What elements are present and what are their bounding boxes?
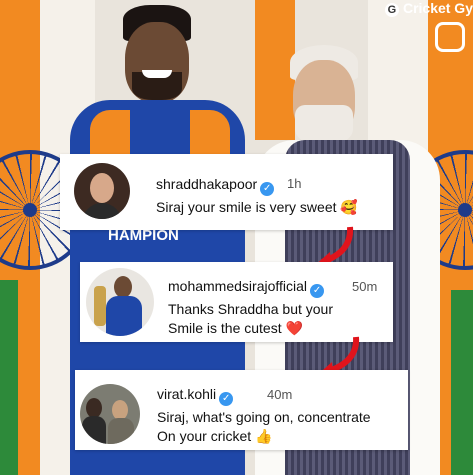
avatar-cricketer-trophy[interactable] (86, 268, 154, 336)
flag-stripe-right-green (451, 290, 473, 475)
comment-text-line2: On your cricket 👍 (157, 428, 273, 444)
watermark-text: Cricket Gy (402, 0, 473, 16)
username-link[interactable]: virat.kohli (157, 386, 216, 402)
comment-card-3: virat.kohli ✓ 40m Siraj, what's going on,… (75, 370, 408, 450)
comment-text-line2: Smile is the cutest ❤️ (168, 320, 303, 336)
username-link[interactable]: mohammedsirajofficial (168, 278, 307, 294)
comment-time: 50m (352, 279, 378, 294)
comment-card-2: mohammedsirajofficial ✓ 50m Thanks Shradd… (80, 262, 393, 342)
username-link[interactable]: shraddhakapoor (156, 176, 257, 192)
comment-text-line1: Siraj, what's going on, concentrate (157, 409, 371, 425)
instagram-icon (435, 22, 465, 52)
flag-stripe-left-green (0, 280, 18, 475)
verified-badge-icon: ✓ (310, 284, 325, 298)
comment-text-line1: Thanks Shraddha but your (168, 301, 333, 317)
comment-card-1: shraddhakapoor ✓ 1h Siraj your smile is v… (60, 154, 393, 230)
comment-username[interactable]: shraddhakapoor ✓ (156, 176, 275, 196)
watermark: G Cricket Gy (384, 0, 473, 17)
comment-time: 1h (287, 176, 302, 191)
avatar-woman[interactable] (74, 163, 130, 219)
verified-badge-icon: ✓ (260, 182, 275, 196)
comment-time: 40m (267, 387, 293, 402)
comment-text: Siraj your smile is very sweet 🥰 (156, 199, 358, 215)
comment-username[interactable]: mohammedsirajofficial ✓ (168, 278, 325, 298)
avatar-man[interactable] (80, 384, 140, 444)
g-logo-icon: G (384, 3, 399, 17)
verified-badge-icon: ✓ (219, 392, 234, 406)
comment-username[interactable]: virat.kohli ✓ (157, 386, 234, 406)
